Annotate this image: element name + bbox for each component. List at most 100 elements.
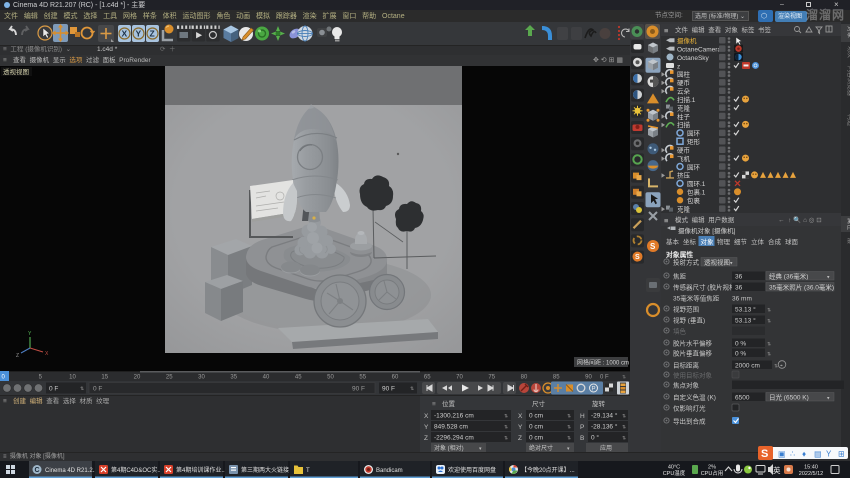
svg-text:Y: Y [424, 424, 429, 431]
svg-text:-1300.216 cm: -1300.216 cm [434, 413, 474, 420]
svg-text:应用: 应用 [600, 444, 612, 452]
svg-text:旋转: 旋转 [592, 399, 606, 408]
svg-text:⇅: ⇅ [567, 436, 571, 442]
svg-text:20: 20 [134, 375, 141, 381]
svg-text:第4期C4D&OC实...: 第4期C4D&OC实... [111, 466, 163, 474]
svg-text:扫描: 扫描 [677, 120, 691, 129]
svg-text:▤: ▤ [814, 450, 822, 459]
svg-text:飞机: 飞机 [677, 154, 691, 163]
svg-text:X: X [45, 351, 49, 357]
svg-text:使用目标对象: 使用目标对象 [673, 371, 713, 380]
svg-text:层: 层 [846, 238, 850, 244]
svg-text:内容浏览器: 内容浏览器 [846, 66, 850, 96]
svg-text:属性: 属性 [846, 218, 850, 230]
svg-text:≡: ≡ [664, 216, 669, 225]
svg-text:⇅: ⇅ [567, 414, 571, 420]
svg-text:≡: ≡ [432, 401, 436, 408]
svg-text:85: 85 [553, 375, 560, 381]
svg-text:球面: 球面 [785, 237, 799, 246]
svg-text:构造: 构造 [846, 114, 850, 126]
svg-text:欢迎使用百度网盘: 欢迎使用百度网盘 [448, 466, 496, 474]
svg-text:P: P [592, 386, 596, 392]
svg-text:S: S [635, 254, 640, 261]
svg-text:第4期培训课作业...: 第4期培训课作业... [176, 466, 227, 474]
svg-text:包裹.1: 包裹.1 [687, 188, 706, 197]
svg-text:65: 65 [424, 375, 431, 381]
svg-text:⇅: ⇅ [622, 436, 626, 442]
svg-text:尺寸: 尺寸 [532, 399, 546, 408]
svg-text:← ↑ 🔍 ⌂ ◎ ⊡: ← ↑ 🔍 ⌂ ◎ ⊡ [778, 215, 822, 224]
svg-text:文件 编辑 查看 对象 标签 书签: 文件 编辑 查看 对象 标签 书签 [675, 25, 772, 34]
svg-text:B: B [580, 435, 584, 442]
svg-text:对象: 对象 [701, 237, 715, 246]
svg-text:导出到合成: 导出到合成 [673, 417, 706, 426]
svg-text:⊞: ⊞ [838, 450, 845, 459]
svg-text:Z: Z [518, 435, 522, 442]
svg-text:0 cm: 0 cm [529, 435, 543, 442]
svg-text:胶片垂直偏移: 胶片垂直偏移 [673, 349, 713, 358]
svg-text:网格间距 : 1000 cm: 网格间距 : 1000 cm [577, 359, 629, 367]
svg-text:物理: 物理 [717, 237, 731, 246]
svg-text:焦距: 焦距 [673, 272, 687, 281]
svg-text:♦: ♦ [802, 450, 806, 459]
svg-text:⇅: ⇅ [80, 386, 84, 392]
svg-text:圆环.1: 圆环.1 [687, 180, 706, 188]
svg-text:15:40: 15:40 [804, 465, 818, 471]
svg-text:0 F: 0 F [600, 375, 609, 381]
svg-text:坐标: 坐标 [683, 237, 697, 246]
svg-text:填色: 填色 [673, 327, 687, 336]
svg-text:细节: 细节 [734, 237, 748, 246]
svg-text:⇅: ⇅ [504, 436, 508, 442]
svg-text:6500: 6500 [735, 395, 750, 402]
svg-text:视野 (垂直): 视野 (垂直) [673, 316, 705, 325]
svg-text:对象属性: 对象属性 [666, 250, 693, 259]
svg-text:0 F: 0 F [49, 386, 58, 393]
svg-text:透视视图: 透视视图 [704, 258, 730, 267]
svg-text:OctaneSky: OctaneSky [677, 55, 710, 62]
svg-text:挤压: 挤压 [677, 171, 691, 180]
svg-text:15: 15 [101, 375, 108, 381]
svg-text:基本: 基本 [666, 237, 680, 246]
svg-text:∴: ∴ [790, 450, 795, 459]
svg-text:80: 80 [521, 375, 528, 381]
svg-text:Y: Y [518, 424, 523, 431]
svg-text:25: 25 [166, 375, 173, 381]
svg-text:⇅: ⇅ [504, 425, 508, 431]
svg-text:OctaneCamera: OctaneCamera [677, 46, 721, 53]
svg-text:0 °: 0 ° [591, 434, 599, 442]
svg-text:X: X [424, 413, 429, 420]
svg-text:胶片水平偏移: 胶片水平偏移 [673, 339, 713, 348]
svg-text:5: 5 [39, 375, 43, 381]
svg-text:模式 编辑 用户数据: 模式 编辑 用户数据 [675, 215, 735, 224]
svg-text:36: 36 [735, 274, 743, 281]
svg-text:⇅: ⇅ [622, 375, 626, 381]
svg-text:矩形: 矩形 [687, 137, 701, 146]
svg-text:Y: Y [136, 29, 142, 39]
svg-text:圆环: 圆环 [687, 163, 701, 171]
svg-text:绝对尺寸: 绝对尺寸 [529, 444, 553, 452]
svg-text:2000 cm: 2000 cm [735, 363, 760, 370]
svg-text:目标距离: 目标距离 [673, 361, 700, 370]
svg-text:对象: 对象 [846, 26, 850, 38]
svg-text:摄像机对象 [摄像机]: 摄像机对象 [摄像机] [678, 226, 736, 235]
svg-text:2022/5/12: 2022/5/12 [799, 471, 823, 477]
svg-text:硬币: 硬币 [677, 79, 690, 87]
svg-text:包裹: 包裹 [687, 196, 701, 205]
svg-text:传感器尺寸 (胶片规格): 传感器尺寸 (胶片规格) [673, 283, 738, 292]
svg-text:35毫米等值焦距: 35毫米等值焦距 [673, 294, 720, 303]
svg-text:⇅: ⇅ [767, 352, 771, 358]
svg-text:90 F: 90 F [382, 386, 395, 393]
svg-text:0 cm: 0 cm [529, 424, 543, 431]
svg-text:圆柱: 圆柱 [677, 70, 691, 79]
svg-text:克隆: 克隆 [677, 103, 691, 112]
svg-text:10: 10 [69, 375, 76, 381]
svg-text:35毫米照片 (36.0毫米): 35毫米照片 (36.0毫米) [769, 283, 834, 292]
svg-text:0 %: 0 % [735, 341, 746, 348]
svg-text:55: 55 [359, 375, 366, 381]
svg-text:36: 36 [735, 285, 743, 292]
svg-text:60: 60 [392, 375, 399, 381]
svg-text:⇅: ⇅ [622, 414, 626, 420]
svg-text:40: 40 [263, 375, 270, 381]
svg-text:C: C [35, 467, 40, 474]
svg-text:⇅: ⇅ [767, 319, 771, 325]
